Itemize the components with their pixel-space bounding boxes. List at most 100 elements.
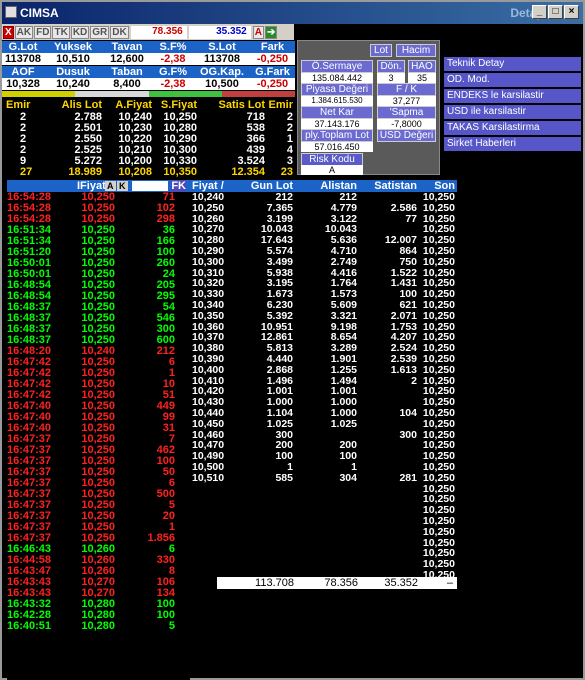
depth-row[interactable]: 10,250 7.365 4.779 2.586 10,250: [190, 201, 457, 214]
link-endeks[interactable]: ENDEKS le karsilastir: [444, 89, 581, 103]
hacim-button[interactable]: Hacim: [396, 44, 436, 57]
depth-row[interactable]: 10,450 1.025 1.025 10,250: [190, 418, 457, 430]
trades-header: IFiyat A K FK: [7, 180, 190, 192]
depth-row[interactable]: 10,420 1.001 1.001 10,250: [190, 386, 457, 397]
depth-cell: [230, 527, 293, 538]
depth-cell: 7.365: [266, 201, 293, 214]
depth-cell: 77: [405, 212, 417, 225]
trades-filter-input[interactable]: [132, 181, 168, 191]
depth-cell: 100: [339, 450, 357, 463]
depth-row[interactable]: 10,250: [190, 505, 457, 516]
usd-label: USD Değeri: [377, 129, 436, 142]
val-ogkap: 10,500: [205, 78, 239, 90]
hdr-aof: AOF: [11, 66, 35, 78]
depth-cell: [357, 494, 417, 505]
val-yuksek: 10,510: [56, 53, 90, 65]
minimize-button[interactable]: _: [532, 5, 547, 19]
depth-row[interactable]: 10,440 1.104 1.000 104 10,250: [190, 408, 457, 419]
depth-cell: [190, 527, 230, 538]
title-bar[interactable]: CIMSA Detay _ □ ×: [2, 2, 583, 24]
osermaye-label: Ö.Sermaye: [301, 60, 373, 73]
depth-row[interactable]: 10,410 1.496 1.494 2 10,250: [190, 375, 457, 387]
trades-k-button[interactable]: K: [117, 181, 128, 191]
tb-fd-button[interactable]: FD: [34, 25, 52, 39]
depth-cell: 10,250: [422, 525, 455, 538]
tb-gr-button[interactable]: GR: [90, 25, 110, 39]
depth-totals: 113.708 78.356 35.352 –: [217, 577, 457, 589]
depth-cell: 10,250: [422, 201, 455, 214]
piyasa-value: 1.384.615.530: [301, 96, 373, 106]
trade-cell: 6: [168, 356, 175, 368]
depth-row[interactable]: 10,470 200 200 10,250: [190, 440, 457, 451]
hdr-gfark: G.Fark: [255, 66, 290, 78]
tb-ak-button[interactable]: AK: [14, 25, 34, 39]
depth-hdr-satistan[interactable]: Satistan: [357, 180, 417, 192]
depth-cell: [190, 516, 230, 527]
link-haberler[interactable]: Sirket Haberleri: [444, 137, 581, 151]
depth-cell: [293, 516, 357, 527]
depth-cell: 2.868: [266, 363, 293, 376]
depth-row[interactable]: 10,490 100 100 10,250: [190, 451, 457, 462]
depth-cell: [190, 538, 230, 549]
summary-header-2: AOF Dusuk Taban G.F% OG.Kap. G.Fark: [2, 66, 295, 78]
close-button[interactable]: ×: [564, 5, 579, 19]
tb-dk-button[interactable]: DK: [110, 25, 129, 39]
depth-row[interactable]: 10,250: [190, 559, 457, 570]
trade-cell: 10,280: [81, 620, 115, 632]
depth-cell: 304: [339, 471, 357, 484]
link-teknik-detay[interactable]: Teknik Detay: [444, 57, 581, 71]
depth-cell: [293, 484, 357, 495]
ob-hdr-emir2: Emir: [268, 99, 293, 111]
depth-row[interactable]: 10,400 2.868 1.255 1.613 10,250: [190, 363, 457, 376]
depth-row[interactable]: 10,250: [190, 494, 457, 505]
tb-kd-button[interactable]: KD: [70, 25, 90, 39]
depth-row[interactable]: 10,460 300 300 10,250: [190, 429, 457, 441]
depth-row[interactable]: 10,350 5.392 3.321 2.071 10,250: [190, 309, 457, 322]
link-od-mod[interactable]: OD. Mod.: [444, 73, 581, 87]
summary-values-1: 113708 10,510 12,600 -2,38 113708 -0,250: [2, 53, 295, 65]
depth-cell: 3.499: [266, 255, 293, 268]
orderbook-cell: 18.989: [68, 166, 102, 178]
trade-cell: 16:40:51: [7, 620, 52, 632]
depth-cell: 10,300: [192, 255, 225, 268]
total-alistan: 78.356: [324, 577, 358, 589]
depth-cell: [293, 527, 357, 538]
lot-button[interactable]: Lot: [370, 44, 392, 57]
depth-row[interactable]: 10,250: [190, 537, 457, 549]
ob-hdr-afiyat: A.Fiyat: [115, 99, 152, 111]
tb-tk-button[interactable]: TK: [52, 25, 70, 39]
depth-row[interactable]: 10,250: [190, 516, 457, 527]
tb-a-button[interactable]: A: [252, 25, 264, 39]
depth-cell: 2.586: [390, 201, 417, 214]
depth-row[interactable]: 10,510 585 304 281 10,250: [190, 471, 457, 484]
netkar-value: 37.143.176: [301, 119, 373, 129]
tb-x-button[interactable]: X: [3, 25, 14, 39]
trades-a-button[interactable]: A: [105, 181, 116, 191]
ob-hdr-sfiyat: S.Fiyat: [160, 99, 197, 111]
trade-cell: 330: [156, 554, 175, 566]
plytop-label: ply.Toplam Lot: [301, 129, 373, 142]
depth-row[interactable]: 10,250: [190, 548, 457, 559]
depth-header: Fiyat / Gun Lot Alistan Satistan Son: [190, 180, 457, 192]
depth-row[interactable]: 10,250: [190, 525, 457, 538]
depth-cell: 10,400: [192, 363, 225, 376]
trades-fk-button[interactable]: FK: [171, 180, 186, 192]
hao-label: HAO: [408, 60, 436, 73]
orderbook-total-row[interactable]: 27 18.989 10,208 10,350 12.354 23: [2, 167, 295, 178]
depth-row[interactable]: 10,250: [190, 483, 457, 495]
tb-go-icon[interactable]: ➔: [264, 25, 278, 39]
depth-cell: 281: [399, 471, 417, 484]
depth-row[interactable]: 10,260 3.199 3.122 77 10,250: [190, 212, 457, 225]
link-takas[interactable]: TAKAS Karsilastirma: [444, 121, 581, 135]
link-usd[interactable]: USD ile karsilastir: [444, 105, 581, 119]
maximize-button[interactable]: □: [548, 5, 563, 19]
depth-cell: [293, 538, 357, 549]
trade-row[interactable]: 16:40:51 10,280 5: [7, 621, 190, 632]
hdr-yuksek: Yuksek: [54, 41, 92, 53]
depth-cell: [357, 484, 417, 495]
depth-cell: 3.321: [330, 309, 357, 322]
val-aof: 10,328: [6, 78, 40, 90]
depth-cell: 2.071: [390, 309, 417, 322]
depth-row[interactable]: 10,300 3.499 2.749 750 10,250: [190, 255, 457, 268]
depth-cell: [230, 484, 293, 495]
